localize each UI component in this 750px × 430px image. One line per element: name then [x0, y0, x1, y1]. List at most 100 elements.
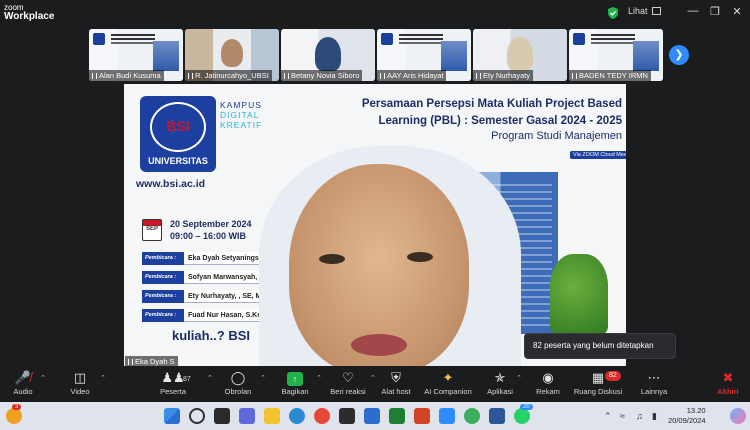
app-icon[interactable]	[339, 408, 355, 424]
more-dots-icon: ⋯	[647, 370, 661, 385]
whatsapp-badge: 20	[520, 404, 533, 410]
more-button[interactable]: ⋯ Lainnya	[624, 369, 684, 396]
thumb-person	[221, 39, 243, 67]
security-shield-icon[interactable]	[606, 6, 620, 20]
participant-thumb-5[interactable]: Ety Nurhayaty	[473, 29, 567, 81]
breakout-tooltip: 82 peserta yang belum ditetapkan	[524, 333, 676, 359]
start-windows-icon[interactable]	[164, 408, 180, 424]
audio-options-caret-icon[interactable]: ⌃	[40, 374, 46, 382]
clock[interactable]: 13.20 20/09/2024	[668, 406, 706, 426]
host-tools-button[interactable]: ⛨ Alat host	[366, 369, 426, 396]
volume-icon[interactable]: ♫	[636, 411, 643, 421]
copilot-icon[interactable]	[730, 408, 746, 424]
ai-companion-label: AI Companion	[424, 387, 472, 396]
logo-universitas-text: UNIVERSITAS	[148, 156, 208, 166]
windows-taskbar: 3 20 ⌃ ≈ ♫ ▮ 13.20 20/09/2024	[0, 402, 750, 430]
thumb-name: Alan Budi Kusuma	[99, 71, 161, 80]
excel-icon[interactable]	[389, 408, 405, 424]
speaker-label: Pembicara :	[142, 309, 184, 322]
slide-title: Persamaan Persepsi Mata Kuliah Project B…	[312, 96, 622, 130]
thumb-person	[315, 37, 341, 71]
chat-label: Obrolan	[224, 387, 252, 396]
participants-button[interactable]: ♟♟ Peserta	[143, 369, 203, 396]
participant-thumb-3[interactable]: Betany Novia Siboro	[281, 29, 375, 81]
close-icon[interactable]: ✕	[730, 5, 744, 18]
presenter-eye	[319, 254, 345, 264]
share-label: Bagikan	[281, 387, 309, 396]
thumb-logo	[381, 33, 393, 45]
participant-thumb-4[interactable]: AAY Aris Hidayat	[377, 29, 471, 81]
thumb-building	[153, 41, 179, 71]
edge-icon[interactable]	[289, 408, 305, 424]
chrome-icon[interactable]	[314, 408, 330, 424]
word-icon[interactable]	[489, 408, 505, 424]
participant-strip: Alan Budi Kusuma R. Jatinurcahyo_UBSI Be…	[89, 29, 664, 81]
todo-icon[interactable]	[364, 408, 380, 424]
thumb-name: AAY Aris Hidayat	[387, 71, 444, 80]
minimize-icon[interactable]: —	[686, 5, 700, 17]
thumb-name: R. Jatinurcahyo_UBSI	[195, 71, 269, 80]
participant-thumb-2[interactable]: R. Jatinurcahyo_UBSI	[185, 29, 279, 81]
thumb-text-lines	[591, 34, 635, 36]
signal-icon	[128, 358, 133, 365]
meeting-toolbar: 🎤̸ Audio ⌃ ◫ Video ⌃ ♟♟ Peserta ⌃ ◯ Obro…	[0, 366, 750, 402]
participant-thumb-1[interactable]: Alan Budi Kusuma	[89, 29, 183, 81]
chrome-green-icon[interactable]	[464, 408, 480, 424]
chat-button[interactable]: ◯ Obrolan	[208, 369, 268, 396]
thumb-text-lines	[111, 34, 155, 36]
end-x-icon: ✖	[722, 370, 734, 385]
host-tools-label: Alat host	[381, 387, 411, 396]
powerpoint-icon[interactable]	[414, 408, 430, 424]
active-speaker-label: Eka Dyah S	[125, 356, 178, 366]
slide-title-line2: Learning (PBL) : Semester Gasal 2024 - 2…	[378, 115, 622, 127]
battery-icon[interactable]: ▮	[652, 411, 657, 422]
thumb-name: BADEN TEDY IRMN	[579, 71, 648, 80]
signal-icon	[188, 72, 193, 79]
thumb-name-label: Ety Nurhayaty	[473, 70, 534, 81]
file-explorer-icon[interactable]	[264, 408, 280, 424]
tray-chevron-icon[interactable]: ⌃	[604, 411, 612, 422]
zoom-tag: Via ZOOM Cloud Meeting	[570, 151, 626, 159]
restore-icon[interactable]: ❐	[708, 5, 722, 18]
kampus-digital-kreatif: KAMPUS DIGITAL KREATIF	[220, 100, 262, 130]
ai-companion-button[interactable]: ✦ AI Companion	[418, 369, 478, 396]
audio-label: Audio	[13, 387, 33, 396]
search-icon[interactable]	[189, 408, 205, 424]
event-time-text: 09:00 – 16:00 WIB	[170, 231, 247, 241]
active-speaker-name: Eka Dyah S	[135, 357, 175, 366]
signal-icon	[380, 72, 385, 79]
video-options-caret-icon[interactable]: ⌃	[100, 374, 106, 382]
wifi-icon[interactable]: ≈	[620, 411, 625, 421]
thumb-name-label: R. Jatinurcahyo_UBSI	[185, 70, 272, 81]
thumb-person	[507, 37, 533, 71]
thumb-logo	[93, 33, 105, 45]
end-meeting-button[interactable]: ✖ Akhiri	[698, 369, 750, 396]
thumb-name: Ety Nurhayaty	[483, 71, 531, 80]
signal-icon	[572, 72, 577, 79]
signal-icon	[92, 72, 97, 79]
event-date-text: 20 September 2024	[170, 219, 252, 229]
slide-tagline: kuliah..? BSI	[172, 328, 251, 343]
program-studi: Program Studi Manajemen	[491, 130, 622, 142]
bsi-logo: BSI UNIVERSITAS	[140, 96, 216, 172]
signal-icon	[476, 72, 481, 79]
thumb-name-label: BADEN TEDY IRMN	[569, 70, 651, 81]
view-menu[interactable]: Lihat	[628, 6, 661, 16]
task-view-icon[interactable]	[214, 408, 230, 424]
calendar-icon: SEP	[142, 219, 162, 241]
slide-title-line1: Persamaan Persepsi Mata Kuliah Project B…	[361, 98, 622, 110]
speaker-label: Pembicara :	[142, 252, 184, 265]
weather-icon[interactable]	[6, 408, 22, 424]
participants-icon: ♟♟	[161, 370, 185, 385]
zoom-icon[interactable]	[439, 408, 455, 424]
next-page-arrow-icon[interactable]: ❯	[669, 45, 689, 65]
view-label: Lihat	[628, 6, 648, 16]
thumb-name-label: Betany Novia Siboro	[281, 70, 363, 81]
shared-screen: BSI UNIVERSITAS KAMPUS DIGITAL KREATIF w…	[124, 84, 626, 366]
whatsapp-icon[interactable]	[514, 408, 530, 424]
teams-icon[interactable]	[239, 408, 255, 424]
title-bar: zoom Workplace Lihat — ❐ ✕	[0, 0, 750, 26]
breakout-badge: 82	[605, 371, 621, 381]
thumb-building	[633, 41, 659, 71]
participant-thumb-6[interactable]: BADEN TEDY IRMN	[569, 29, 663, 81]
